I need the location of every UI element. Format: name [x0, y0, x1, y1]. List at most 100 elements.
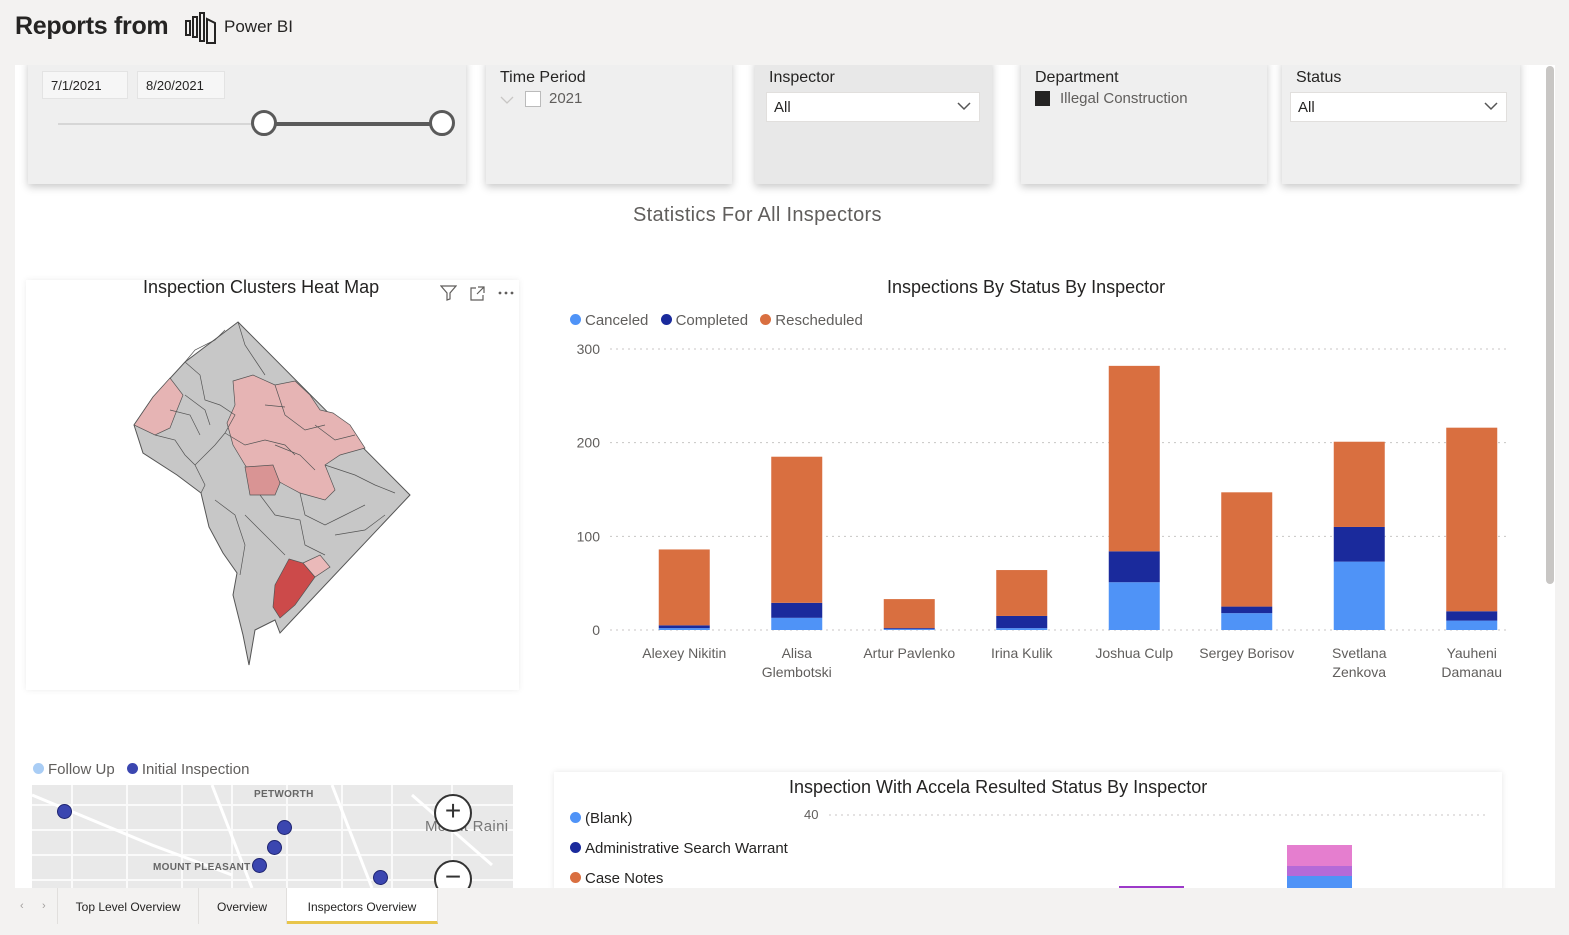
y-tick-label: 100: [577, 528, 601, 544]
legend-item-rescheduled[interactable]: Rescheduled: [760, 312, 863, 329]
legend-item-blank[interactable]: (Blank): [570, 810, 633, 827]
legend-label-blank: (Blank): [585, 810, 633, 827]
bar-segment-rescheduled[interactable]: [1333, 441, 1385, 527]
bar-segment-rescheduled[interactable]: [771, 456, 823, 603]
bar-segment-completed[interactable]: [1446, 611, 1498, 621]
status-dropdown[interactable]: All: [1290, 92, 1507, 122]
bar-segment-rescheduled[interactable]: [996, 570, 1048, 616]
legend-dot-blank: [570, 812, 581, 823]
focus-mode-icon[interactable]: [470, 286, 485, 301]
legend-dot-follow-up: [33, 763, 44, 774]
department-checkbox[interactable]: [1035, 91, 1050, 106]
y-tick-label: 200: [577, 435, 601, 451]
bar-segment-completed[interactable]: [996, 615, 1048, 629]
accela-bar-segment[interactable]: [1287, 866, 1352, 876]
chevron-left-icon[interactable]: ‹: [20, 900, 24, 912]
bar-segment-canceled[interactable]: [1333, 561, 1385, 630]
page-tab-bar: ‹ › Top Level Overview Overview Inspecto…: [0, 888, 1569, 935]
status-chart-title: Inspections By Status By Inspector: [887, 277, 1166, 297]
end-date-input[interactable]: 8/20/2021: [137, 71, 225, 99]
bar-segment-completed[interactable]: [1221, 606, 1273, 614]
legend-dot-admin-search-warrant: [570, 842, 581, 853]
legend-item-initial-inspection[interactable]: Initial Inspection: [126, 761, 250, 778]
bar-segment-canceled[interactable]: [1446, 620, 1498, 630]
inspection-points-map[interactable]: PETWORTH MOUNT PLEASANT Mount Raini + −: [32, 785, 513, 888]
bar-segment-canceled[interactable]: [1108, 582, 1160, 630]
start-date-input[interactable]: 7/1/2021: [42, 71, 128, 99]
accela-gridline: [829, 814, 1489, 816]
time-period-checkbox[interactable]: [525, 91, 541, 107]
legend-item-follow-up[interactable]: Follow Up: [33, 761, 115, 778]
x-tick-label: Zenkova: [1332, 664, 1386, 680]
filter-icon[interactable]: [440, 285, 457, 301]
y-tick-label: 300: [577, 341, 601, 357]
bar-segment-canceled[interactable]: [883, 629, 935, 630]
legend-dot-completed: [660, 314, 672, 325]
legend-label-canceled: Canceled: [585, 312, 649, 329]
bar-segment-rescheduled[interactable]: [658, 549, 710, 626]
bar-segment-completed[interactable]: [771, 602, 823, 618]
date-range-slicer: 7/1/2021 8/20/2021: [28, 65, 466, 184]
y-tick-label: 0: [592, 622, 600, 638]
inspection-pin[interactable]: [373, 870, 388, 885]
status-title: Status: [1296, 69, 1342, 86]
legend-item-canceled[interactable]: Canceled: [570, 312, 648, 329]
inspection-pin[interactable]: [277, 820, 292, 835]
bar-segment-rescheduled[interactable]: [1108, 365, 1160, 552]
bar-segment-canceled[interactable]: [771, 617, 823, 630]
inspection-pin[interactable]: [267, 840, 282, 855]
bar-segment-completed[interactable]: [883, 628, 935, 630]
date-slider-start-handle[interactable]: [250, 110, 277, 136]
legend-label-initial-inspection: Initial Inspection: [141, 761, 250, 778]
legend-dot-case-notes: [570, 872, 581, 883]
time-period-option[interactable]: 2021: [549, 90, 582, 107]
more-options-icon[interactable]: [498, 291, 514, 295]
accela-bar-segment[interactable]: [1287, 876, 1352, 888]
heatmap-title: Inspection Clusters Heat Map: [143, 277, 380, 297]
legend-dot-initial-inspection: [126, 763, 138, 774]
map-label-mount-pleasant: MOUNT PLEASANT: [153, 862, 251, 873]
department-option[interactable]: Illegal Construction: [1060, 90, 1188, 107]
bar-segment-rescheduled[interactable]: [1221, 492, 1273, 607]
zoom-in-button[interactable]: +: [434, 794, 472, 832]
legend-item-completed[interactable]: Completed: [660, 312, 748, 329]
status-slicer: Status All: [1282, 65, 1520, 184]
legend-dot-canceled: [570, 314, 581, 325]
vertical-scrollbar[interactable]: [1546, 66, 1554, 584]
points-map-legend: Follow Up Initial Inspection: [33, 761, 257, 778]
tab-inspectors-overview[interactable]: Inspectors Overview: [287, 888, 438, 924]
tab-overview[interactable]: Overview: [198, 888, 287, 924]
date-slider-range: [263, 122, 443, 126]
x-tick-label: Svetlana: [1332, 645, 1387, 661]
legend-label-admin-search-warrant: Administrative Search Warrant: [585, 840, 788, 857]
tab-top-level-overview[interactable]: Top Level Overview: [57, 888, 199, 924]
inspection-pin[interactable]: [252, 858, 267, 873]
product-name: Power BI: [224, 17, 293, 36]
bar-segment-completed[interactable]: [658, 625, 710, 629]
inspection-pin[interactable]: [57, 804, 72, 819]
time-period-title: Time Period: [500, 69, 586, 86]
dc-heatmap-shape[interactable]: [125, 315, 425, 670]
legend-item-case-notes[interactable]: Case Notes: [570, 870, 663, 887]
status-by-inspector-chart[interactable]: 0 100 200 300 Alexey Nikitin Alisa Glembotski A…: [560, 335, 1520, 695]
section-title: Statistics For All Inspectors: [633, 204, 882, 226]
accela-bar-segment[interactable]: [1287, 845, 1352, 866]
bar-segment-rescheduled[interactable]: [1446, 427, 1498, 612]
legend-item-admin-search-warrant[interactable]: Administrative Search Warrant: [570, 840, 788, 857]
bar-segment-completed[interactable]: [1333, 526, 1385, 562]
accela-status-chart[interactable]: Inspection With Accela Resulted Status B…: [554, 772, 1502, 888]
bar-segment-rescheduled[interactable]: [883, 599, 935, 629]
bar-segment-canceled[interactable]: [1221, 613, 1273, 630]
bar-segment-completed[interactable]: [1108, 551, 1160, 583]
date-slider-end-handle[interactable]: [429, 110, 456, 136]
bar-segment-canceled[interactable]: [658, 628, 710, 630]
chevron-down-icon[interactable]: [500, 95, 514, 105]
x-tick-label: Alexey Nikitin: [642, 645, 726, 661]
x-tick-label: Irina Kulik: [991, 645, 1053, 661]
inspector-dropdown[interactable]: All: [766, 92, 980, 122]
chevron-right-icon[interactable]: ›: [42, 900, 46, 912]
power-bi-logo-icon: [185, 12, 216, 44]
x-tick-label: Glembotski: [762, 664, 832, 680]
bar-segment-canceled[interactable]: [996, 628, 1048, 630]
report-canvas: 7/1/2021 8/20/2021 Time Period 2021 Insp…: [15, 65, 1555, 888]
